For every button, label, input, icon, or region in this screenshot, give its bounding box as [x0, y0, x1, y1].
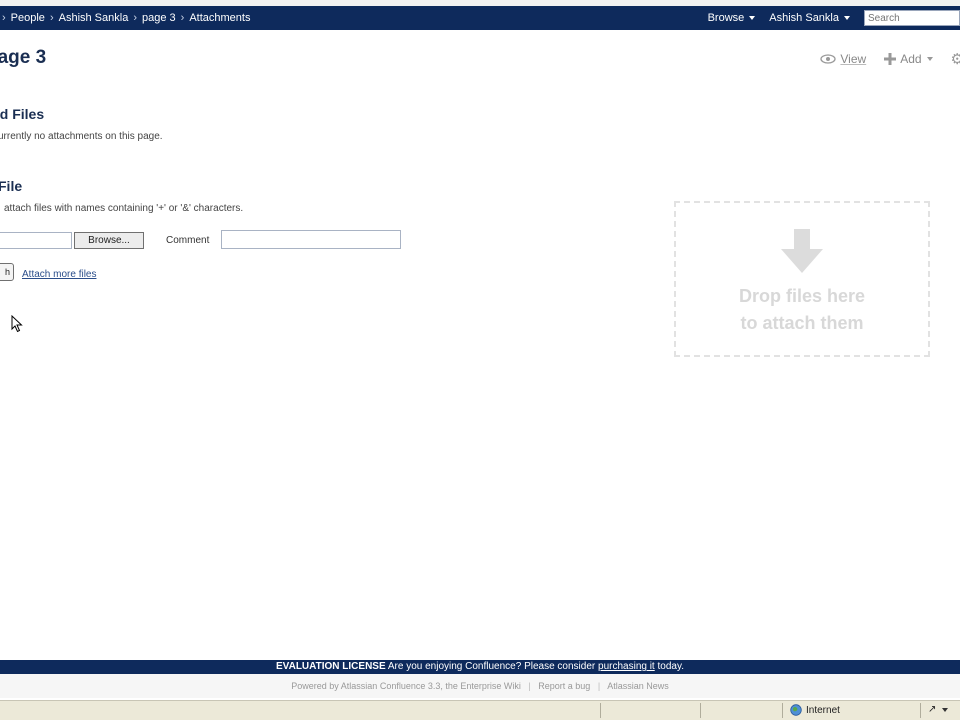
- breadcrumb-user[interactable]: Ashish Sankla: [59, 12, 129, 24]
- globe-icon: [790, 704, 802, 716]
- breadcrumb-people[interactable]: People: [11, 12, 45, 24]
- mouse-cursor-icon: [11, 315, 23, 333]
- breadcrumb-attachments[interactable]: Attachments: [189, 12, 250, 24]
- arrow-down-icon: [781, 229, 823, 273]
- view-button-label: View: [840, 52, 867, 66]
- status-divider: [782, 703, 783, 718]
- breadcrumb-page[interactable]: page 3: [142, 12, 176, 24]
- user-menu[interactable]: Ashish Sankla: [769, 12, 850, 24]
- breadcrumb: › People › Ashish Sankla › page 3 › Atta…: [0, 6, 250, 30]
- attached-files-heading: ed Files: [0, 106, 45, 122]
- chevron-down-icon: [844, 16, 850, 20]
- eye-icon: [820, 54, 837, 64]
- drop-zone-text: Drop files here to attach them: [676, 283, 928, 337]
- powered-by-text: Powered by Atlassian Confluence 3.3, the…: [291, 681, 521, 691]
- evaluation-message: Are you enjoying Confluence? Please cons…: [387, 661, 596, 672]
- footer-divider: |: [597, 681, 601, 691]
- breadcrumb-separator: ›: [49, 12, 54, 24]
- attach-file-note: attach files with names containing '+' o…: [4, 203, 244, 214]
- browse-menu[interactable]: Browse: [708, 12, 756, 24]
- attach-file-heading: File: [0, 178, 23, 194]
- drop-zone-line-1: Drop files here: [738, 286, 866, 306]
- breadcrumb-separator: ›: [133, 12, 137, 24]
- evaluation-tail: today.: [657, 661, 685, 672]
- page-actions: View Add ⚙: [820, 50, 960, 68]
- report-bug-link[interactable]: Report a bug: [538, 681, 590, 691]
- evaluation-license-label: EVALUATION LICENSE: [276, 661, 386, 672]
- header-bar: › People › Ashish Sankla › page 3 › Atta…: [0, 6, 960, 30]
- browse-menu-label: Browse: [707, 12, 745, 24]
- status-divider: [600, 703, 601, 718]
- user-menu-label: Ashish Sankla: [769, 12, 839, 24]
- browse-button[interactable]: Browse...: [74, 232, 144, 249]
- zoom-control[interactable]: ↗: [928, 704, 949, 715]
- browser-status-bar: Internet ↗: [0, 700, 960, 720]
- add-menu-label: Add: [900, 52, 922, 66]
- status-divider: [700, 703, 701, 718]
- chevron-down-icon: [749, 16, 756, 20]
- drop-zone-line-2: to attach them: [740, 313, 864, 333]
- comment-label: Comment: [166, 235, 210, 246]
- attach-button[interactable]: h: [0, 263, 14, 281]
- security-zone-label: Internet: [806, 704, 840, 716]
- footer-divider: |: [528, 681, 531, 691]
- search-input[interactable]: [864, 10, 960, 26]
- status-divider: [920, 703, 921, 718]
- security-zone: Internet: [790, 704, 840, 716]
- drop-zone[interactable]: Drop files here to attach them: [674, 201, 930, 357]
- gear-icon[interactable]: ⚙: [951, 50, 960, 68]
- evaluation-license-bar: EVALUATION LICENSE Are you enjoying Conf…: [0, 660, 960, 674]
- attach-more-files-link[interactable]: Attach more files: [22, 269, 96, 280]
- file-path-input[interactable]: [0, 232, 72, 249]
- add-menu-button[interactable]: Add: [884, 52, 933, 66]
- footer: Powered by Atlassian Confluence 3.3, the…: [0, 674, 960, 698]
- view-button[interactable]: View: [820, 52, 866, 66]
- comment-input[interactable]: [221, 230, 401, 249]
- chevron-down-icon: [926, 57, 933, 61]
- atlassian-news-link[interactable]: Atlassian News: [607, 681, 669, 691]
- plus-icon: [884, 53, 897, 65]
- page-title: page 3: [0, 47, 47, 68]
- chevron-down-icon: [942, 707, 949, 712]
- breadcrumb-separator: ›: [2, 12, 6, 24]
- breadcrumb-separator: ›: [180, 12, 185, 24]
- no-attachments-message: urrently no attachments on this page.: [0, 131, 163, 142]
- zoom-icon: ↗: [928, 704, 937, 715]
- purchase-link[interactable]: purchasing it: [598, 661, 655, 672]
